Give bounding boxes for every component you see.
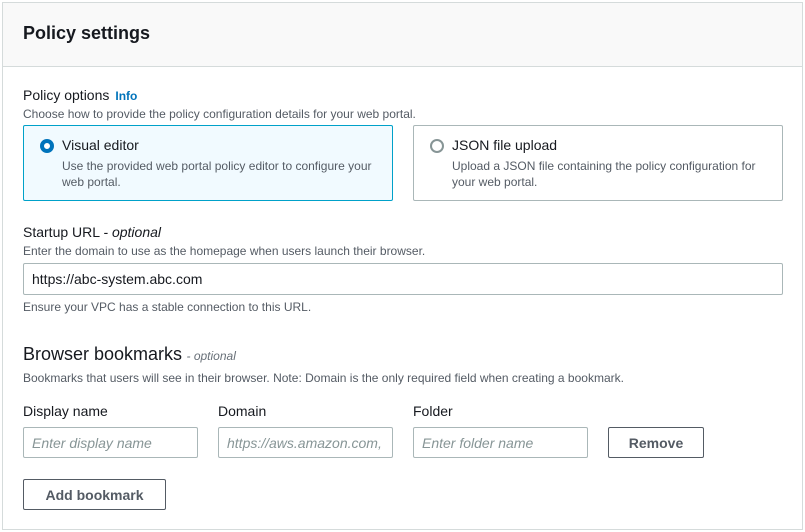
startup-url-input[interactable] bbox=[23, 263, 783, 295]
display-name-label: Display name bbox=[23, 403, 108, 419]
display-name-input[interactable] bbox=[23, 427, 198, 458]
json-upload-description: Upload a JSON file containing the policy… bbox=[452, 159, 756, 189]
startup-url-label-row: Startup URL - optional bbox=[23, 224, 161, 240]
bookmarks-title-row: Browser bookmarks - optional bbox=[23, 344, 236, 365]
policy-options-label-row: Policy options Info bbox=[23, 87, 137, 103]
add-bookmark-button[interactable]: Add bookmark bbox=[23, 479, 166, 510]
bookmarks-title: Browser bookmarks bbox=[23, 344, 183, 364]
visual-editor-radio[interactable] bbox=[40, 139, 54, 153]
policy-options-label: Policy options bbox=[23, 87, 110, 103]
json-upload-radio[interactable] bbox=[430, 139, 444, 153]
visual-editor-description: Use the provided web portal policy edito… bbox=[62, 159, 372, 189]
domain-label: Domain bbox=[218, 403, 267, 419]
folder-input[interactable] bbox=[413, 427, 588, 458]
json-upload-tile[interactable]: JSON file upload Upload a JSON file cont… bbox=[413, 125, 783, 201]
json-upload-title: JSON file upload bbox=[452, 137, 558, 153]
panel-header: Policy settings bbox=[3, 3, 802, 67]
startup-url-optional: - optional bbox=[103, 224, 161, 240]
panel-title: Policy settings bbox=[23, 23, 151, 43]
bookmarks-optional: - optional bbox=[186, 349, 236, 363]
bookmarks-description: Bookmarks that users will see in their b… bbox=[23, 371, 624, 385]
policy-options-description: Choose how to provide the policy configu… bbox=[23, 107, 416, 121]
folder-label: Folder bbox=[413, 403, 453, 419]
startup-url-hint: Ensure your VPC has a stable connection … bbox=[23, 300, 312, 314]
visual-editor-title: Visual editor bbox=[62, 137, 139, 153]
startup-url-label: Startup URL bbox=[23, 224, 100, 240]
visual-editor-tile[interactable]: Visual editor Use the provided web porta… bbox=[23, 125, 393, 201]
remove-bookmark-button[interactable]: Remove bbox=[608, 427, 704, 458]
startup-url-description: Enter the domain to use as the homepage … bbox=[23, 244, 426, 258]
policy-options-info-link[interactable]: Info bbox=[115, 89, 137, 103]
domain-input[interactable] bbox=[218, 427, 393, 458]
